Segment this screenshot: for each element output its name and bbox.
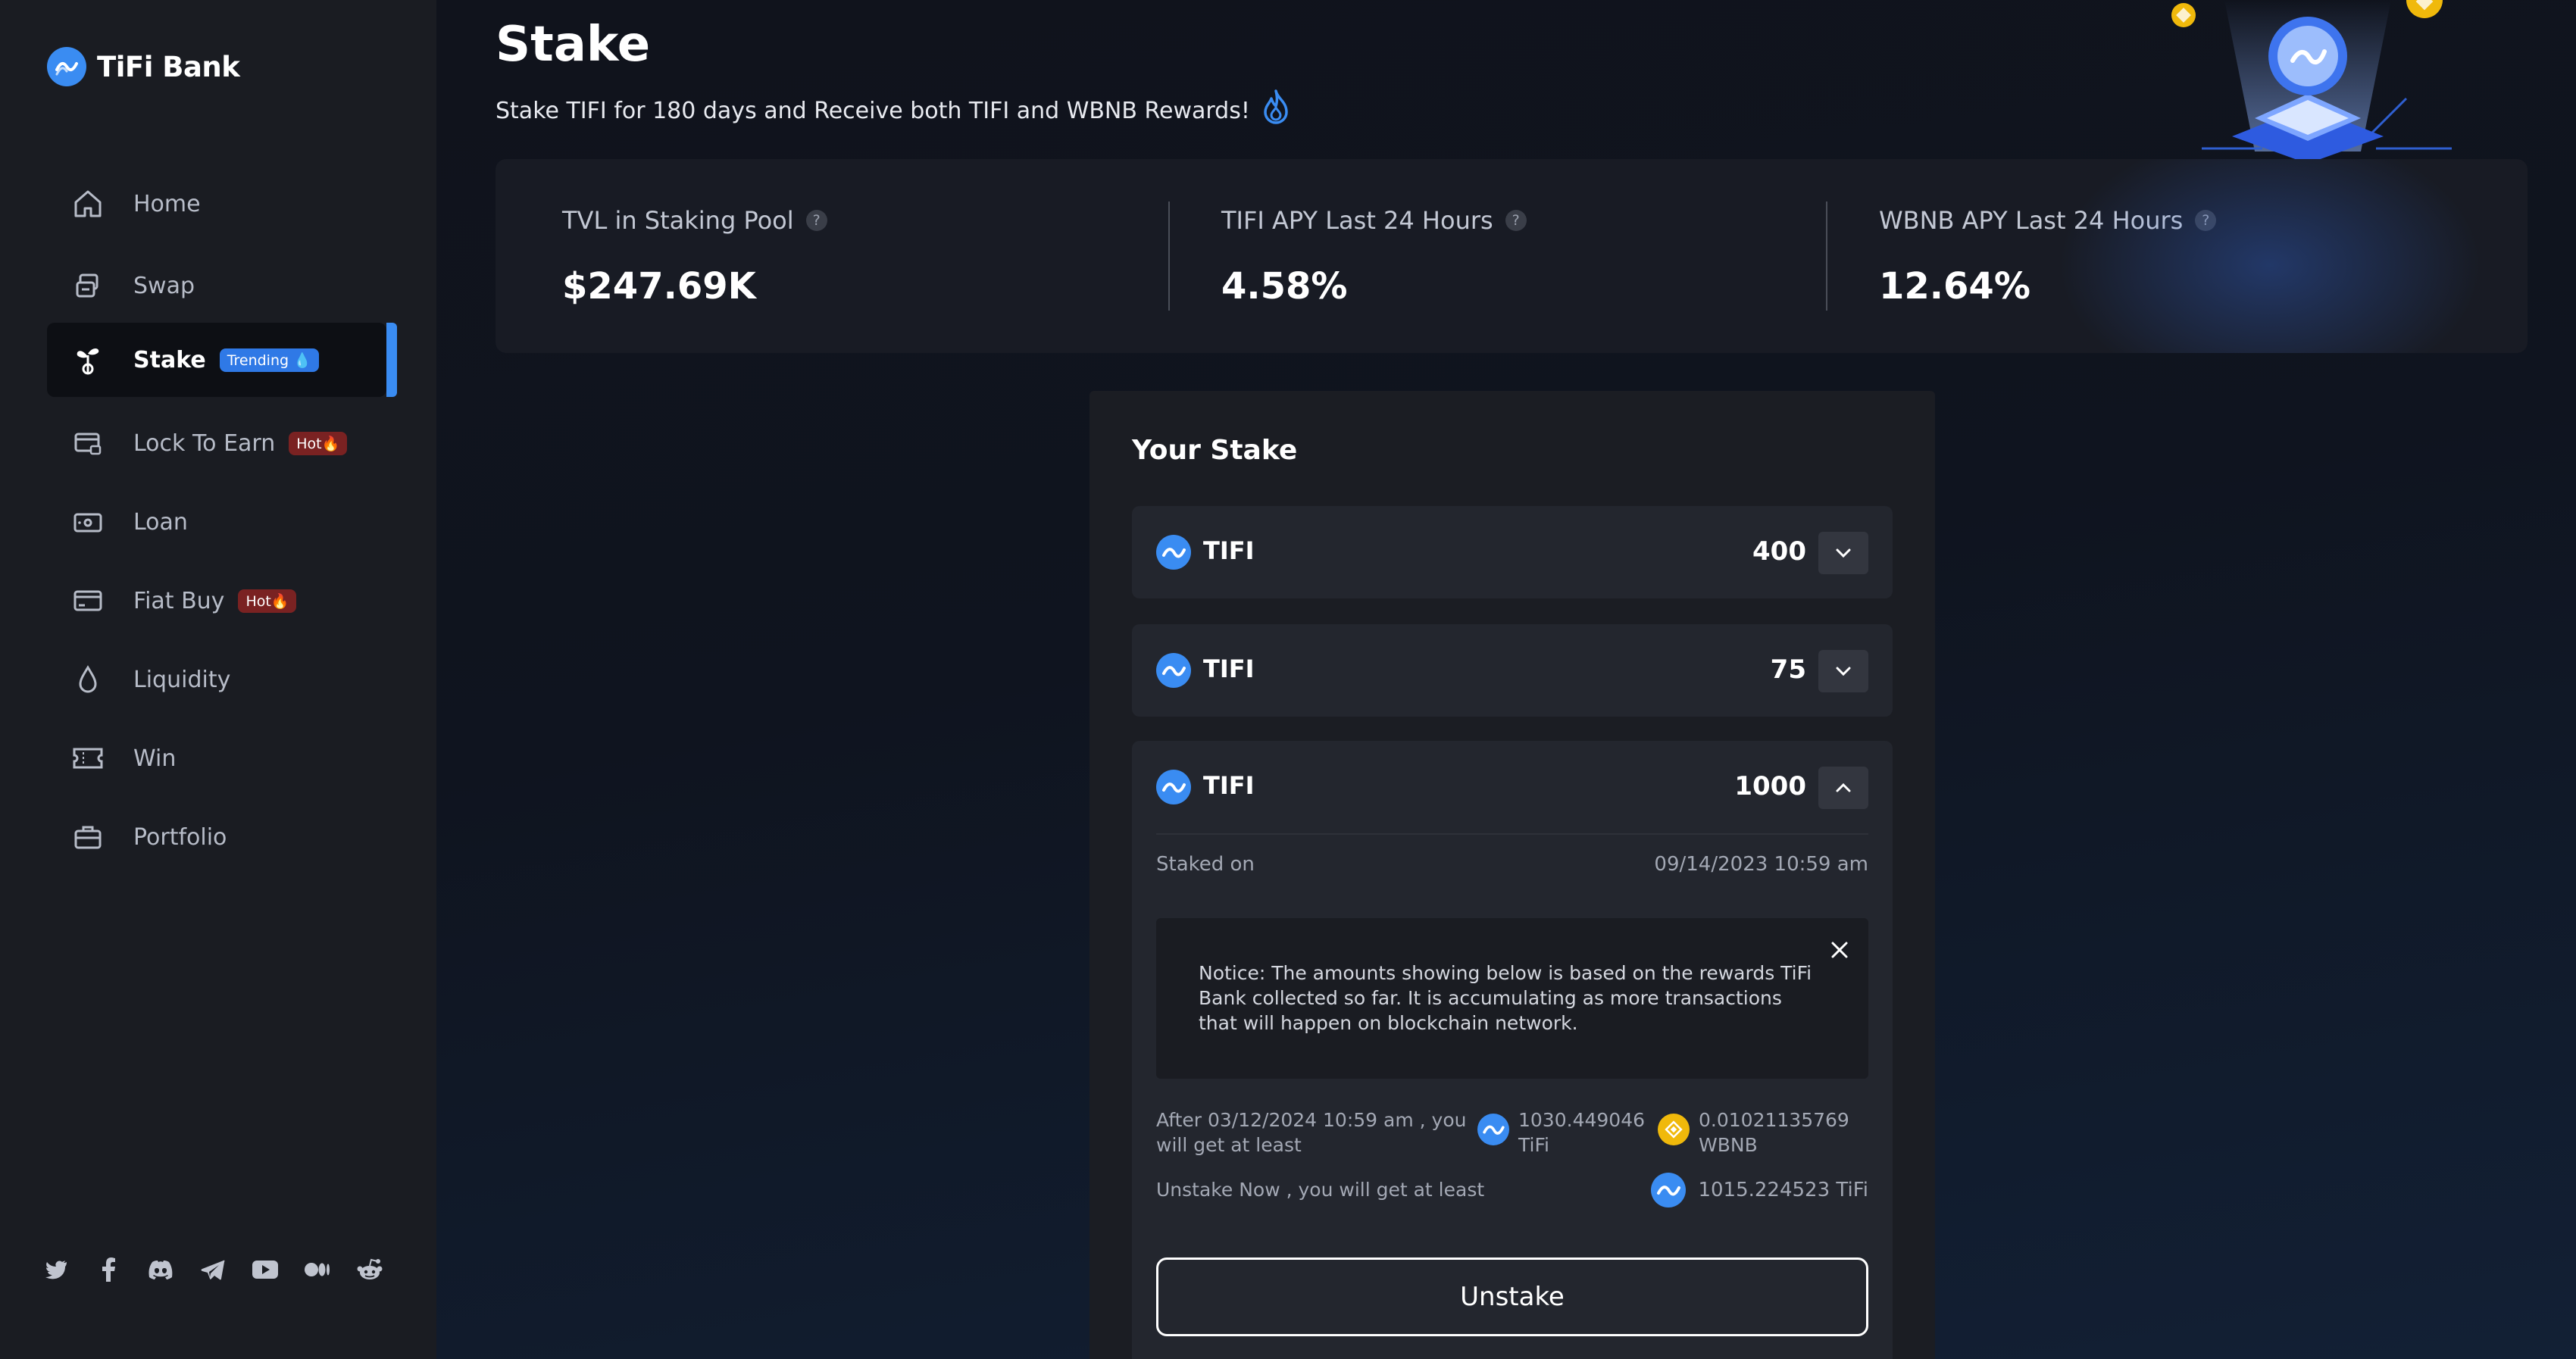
- stake-plant-icon: [68, 340, 108, 380]
- reward-tifi-value: 1030.449046 TiFi: [1518, 1109, 1646, 1156]
- social-links: [42, 1256, 383, 1283]
- stat-divider: [1168, 202, 1170, 311]
- token-name: TIFI: [1203, 771, 1255, 800]
- stake-row[interactable]: TIFI 75: [1132, 624, 1893, 717]
- stat-label: WBNB APY Last 24 Hours ?: [1879, 206, 2217, 235]
- brand-name: TiFi Bank: [97, 50, 240, 83]
- swap-icon: [68, 266, 108, 305]
- card-title: Your Stake: [1132, 435, 1298, 466]
- staking-illustration: [2134, 0, 2482, 164]
- lock-card-icon: [68, 423, 108, 463]
- stat-label-text: TIFI APY Last 24 Hours: [1221, 206, 1493, 235]
- row-divider: [1156, 833, 1868, 835]
- credit-card-icon: [68, 581, 108, 620]
- medium-icon[interactable]: [304, 1256, 331, 1283]
- chevron-down-icon[interactable]: [1818, 532, 1868, 574]
- stat-value: 12.64%: [1879, 265, 2030, 308]
- sidebar-item-win[interactable]: Win: [47, 721, 386, 795]
- tifi-logo-icon: [47, 47, 86, 86]
- sidebar-item-label: Fiat Buy: [133, 587, 225, 614]
- tifi-coin-icon: [1651, 1173, 1687, 1207]
- unstake-button[interactable]: Unstake: [1156, 1257, 1868, 1336]
- main-content: Stake Stake TIFI for 180 days and Receiv…: [436, 0, 2576, 1359]
- page-title: Stake: [496, 17, 651, 73]
- stake-amount: 400: [1752, 536, 1806, 567]
- sidebar-item-label: Win: [133, 745, 177, 772]
- tifi-coin-icon: [1156, 535, 1191, 570]
- after-maturity-label: After 03/12/2024 10:59 am , you will get…: [1156, 1109, 1467, 1156]
- stake-row-expanded: TIFI 1000 Staked on 09/14/2023 10:59 am …: [1132, 741, 1893, 1359]
- sidebar-item-liquidity[interactable]: Liquidity: [47, 642, 386, 717]
- telegram-icon[interactable]: [199, 1256, 227, 1283]
- trending-badge: Trending 💧: [219, 348, 319, 372]
- stake-amount: 75: [1770, 655, 1806, 685]
- your-stake-card: Your Stake TIFI 400 TIFI 75 TIFI 1000 St…: [1089, 391, 1935, 1359]
- sidebar: TiFi Bank Home Swap Stake Trending 💧 Loc…: [0, 0, 436, 1359]
- stat-value: $247.69K: [562, 265, 756, 308]
- stat-label: TIFI APY Last 24 Hours ?: [1221, 206, 1527, 235]
- sidebar-item-swap[interactable]: Swap: [47, 248, 386, 323]
- tifi-coin-icon: [1156, 653, 1191, 688]
- chevron-down-icon[interactable]: [1818, 650, 1868, 692]
- unstake-now-value: 1015.224523 TiFi: [1698, 1179, 1868, 1201]
- sidebar-item-label: Home: [133, 190, 201, 217]
- sidebar-item-label: Swap: [133, 272, 195, 299]
- sidebar-item-lock-to-earn[interactable]: Lock To Earn Hot🔥: [47, 406, 386, 480]
- sidebar-item-label: Lock To Earn: [133, 430, 276, 457]
- stats-panel: TVL in Staking Pool ? $247.69K TIFI APY …: [496, 159, 2528, 353]
- stat-label-text: WBNB APY Last 24 Hours: [1879, 206, 2184, 235]
- help-icon[interactable]: ?: [2195, 210, 2217, 231]
- stat-label: TVL in Staking Pool ?: [562, 206, 827, 235]
- stat-divider: [1826, 202, 1827, 311]
- twitter-icon[interactable]: [42, 1256, 70, 1283]
- reward-wbnb-value: 0.01021135769 WBNB: [1699, 1109, 1849, 1156]
- reddit-icon[interactable]: [356, 1256, 383, 1283]
- hot-badge: Hot🔥: [238, 589, 297, 613]
- ticket-icon: [68, 739, 108, 778]
- discord-icon[interactable]: [147, 1256, 174, 1283]
- notice-text: Notice: The amounts showing below is bas…: [1199, 962, 1812, 1034]
- tifi-coin-icon: [1477, 1114, 1509, 1145]
- home-icon: [68, 184, 108, 223]
- brand-logo[interactable]: TiFi Bank: [47, 47, 240, 86]
- sidebar-item-loan[interactable]: Loan: [47, 485, 386, 559]
- briefcase-icon: [68, 817, 108, 857]
- sidebar-item-stake[interactable]: Stake Trending 💧: [47, 323, 397, 397]
- youtube-icon[interactable]: [252, 1256, 279, 1283]
- stake-amount: 1000: [1734, 771, 1806, 801]
- close-icon[interactable]: [1824, 935, 1855, 965]
- stake-row-header[interactable]: TIFI 1000: [1132, 741, 1893, 833]
- sidebar-item-portfolio[interactable]: Portfolio: [47, 800, 386, 874]
- cash-icon: [68, 502, 108, 542]
- help-icon[interactable]: ?: [1505, 210, 1527, 231]
- droplet-icon: [68, 660, 108, 699]
- sidebar-item-label: Loan: [133, 508, 188, 536]
- hot-badge: Hot🔥: [289, 431, 348, 455]
- token-name: TIFI: [1203, 655, 1255, 683]
- subtitle-text: Stake TIFI for 180 days and Receive both…: [496, 97, 1250, 124]
- sidebar-item-label: Stake: [133, 346, 206, 373]
- token-name: TIFI: [1203, 536, 1255, 565]
- stat-label-text: TVL in Staking Pool: [562, 206, 794, 235]
- chevron-up-icon[interactable]: [1818, 767, 1868, 809]
- reward-tifi: 1030.449046 TiFi: [1477, 1108, 1646, 1157]
- unstake-now-label: Unstake Now , you will get at least: [1156, 1179, 1485, 1201]
- sidebar-item-fiat-buy[interactable]: Fiat Buy Hot🔥: [47, 564, 386, 638]
- stat-value: 4.58%: [1221, 265, 1348, 308]
- stake-row[interactable]: TIFI 400: [1132, 506, 1893, 598]
- tifi-coin-icon: [1156, 770, 1191, 804]
- staked-on-label: Staked on: [1156, 853, 1255, 876]
- sidebar-item-label: Liquidity: [133, 666, 231, 693]
- sidebar-item-label: Portfolio: [133, 823, 227, 851]
- notice-box: Notice: The amounts showing below is bas…: [1156, 918, 1868, 1079]
- flame-icon: [1261, 89, 1291, 132]
- help-icon[interactable]: ?: [805, 210, 827, 231]
- bnb-coin-icon: [1658, 1114, 1690, 1145]
- reward-wbnb: 0.01021135769 WBNB: [1658, 1108, 1870, 1157]
- unstake-now-reward: 1015.224523 TiFi: [1651, 1173, 1868, 1207]
- page-subtitle: Stake TIFI for 180 days and Receive both…: [496, 89, 1291, 132]
- facebook-icon[interactable]: [95, 1256, 122, 1283]
- staked-on-value: 09/14/2023 10:59 am: [1654, 853, 1868, 876]
- sidebar-item-home[interactable]: Home: [47, 167, 386, 241]
